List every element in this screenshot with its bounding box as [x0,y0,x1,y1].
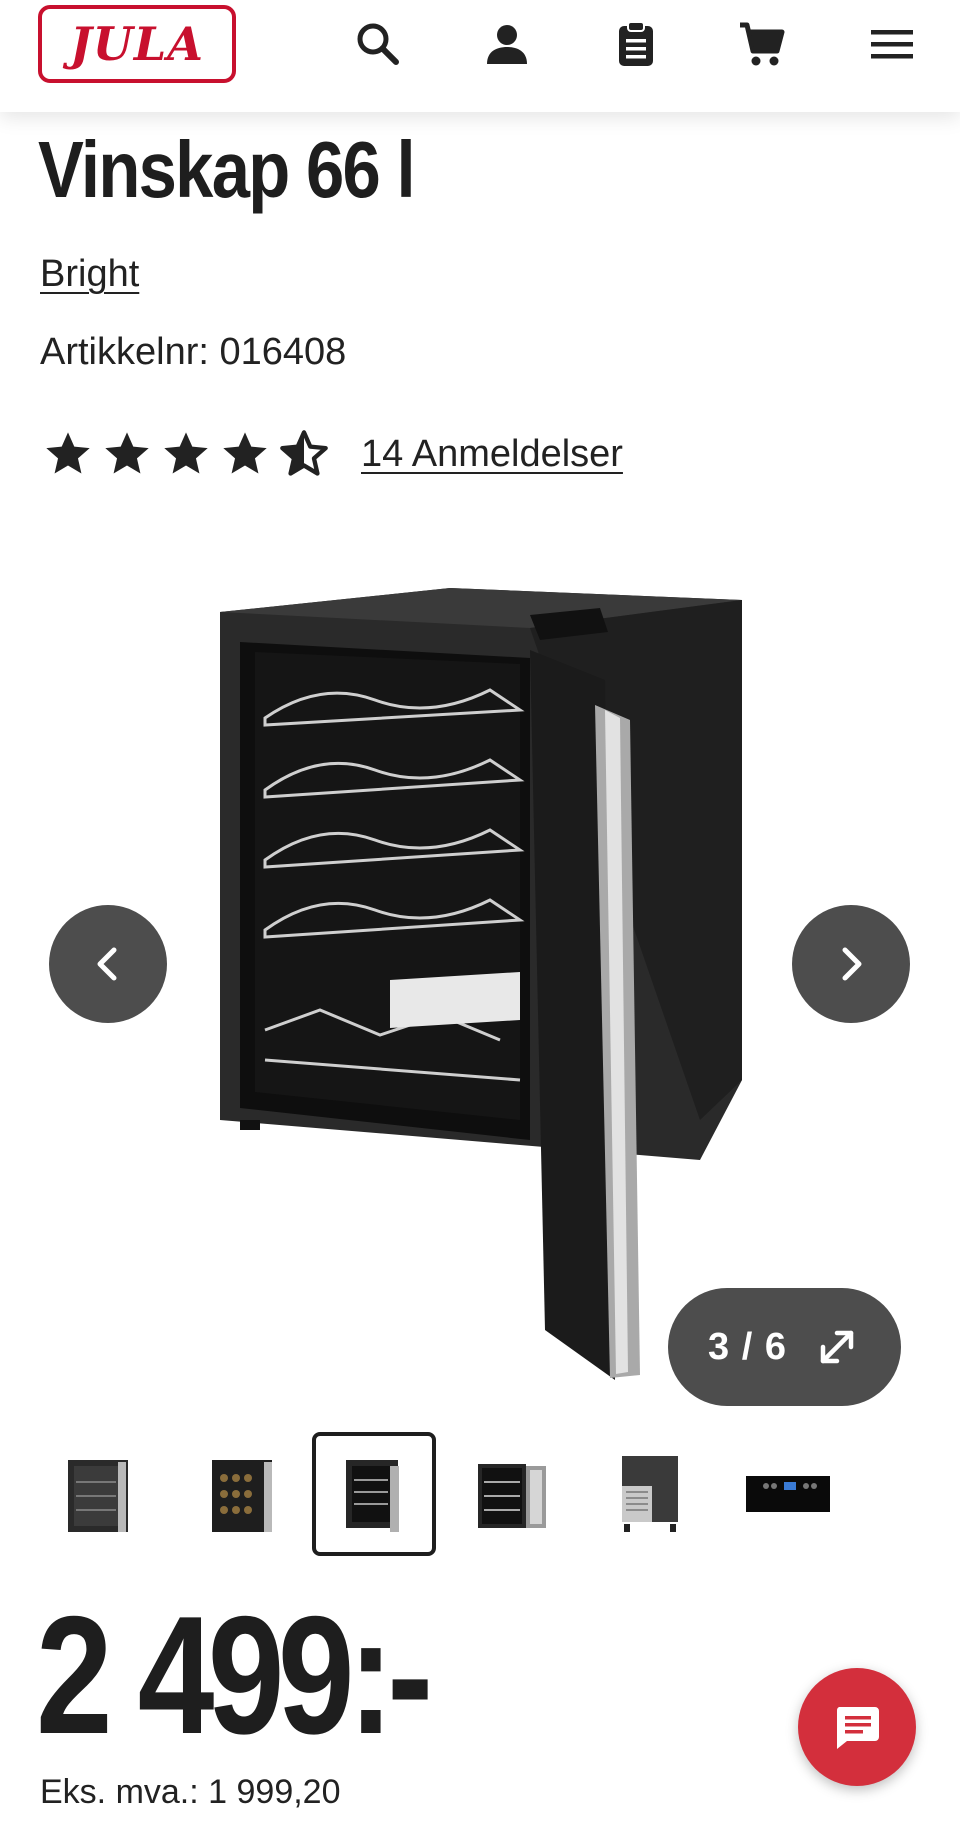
product-price: 2 499:- [36,1581,433,1769]
star-half-icon [280,430,328,476]
star-full-icon [46,432,90,474]
thumbnail-strip [0,1432,960,1557]
rating[interactable]: 14 Anmeldelser [42,428,623,480]
thumbnail-4[interactable] [450,1432,574,1556]
reviews-link[interactable]: 14 Anmeldelser [361,433,623,476]
chevron-left-icon [97,947,117,981]
clipboard-icon[interactable] [608,16,664,72]
expand-icon [820,1330,854,1364]
price-ex-vat: Eks. mva.: 1 999,20 [40,1773,341,1812]
jula-logo[interactable]: JULA [38,5,236,83]
previous-image-button[interactable] [49,905,167,1023]
thumbnail-2[interactable] [180,1432,304,1556]
chat-button[interactable] [798,1668,916,1786]
user-icon[interactable] [479,16,535,72]
image-counter-fullscreen-button[interactable]: 3 / 6 [668,1288,901,1406]
article-number-value: 016408 [219,331,347,373]
product-title: Vinskap 66 l [38,125,416,214]
thumbnail-3[interactable] [312,1432,436,1556]
thumbnail-5[interactable] [588,1432,712,1556]
chevron-right-icon [842,947,862,981]
article-number: Artikkelnr: 016408 [40,331,346,374]
brand-link[interactable]: Bright [40,253,139,296]
next-image-button[interactable] [792,905,910,1023]
product-image[interactable] [200,560,760,1390]
site-header: JULA [0,0,960,112]
image-gallery: 3 / 6 [0,540,960,1406]
star-full-icon [105,432,149,474]
article-number-label: Artikkelnr: [40,331,209,373]
search-icon[interactable] [350,16,406,72]
thumbnail-1[interactable] [36,1432,160,1556]
image-counter: 3 / 6 [708,1325,787,1368]
thumbnail-6[interactable] [726,1432,850,1556]
logo-inner: JULA [48,14,226,74]
star-full-icon [223,432,267,474]
ex-vat-value: 1 999,20 [208,1773,341,1811]
ex-vat-label: Eks. mva.: [40,1773,199,1811]
chat-icon [836,1707,879,1749]
star-full-icon [164,432,208,474]
menu-icon[interactable] [864,16,920,72]
logo-text: JULA [70,17,204,71]
cart-icon[interactable] [734,16,790,72]
